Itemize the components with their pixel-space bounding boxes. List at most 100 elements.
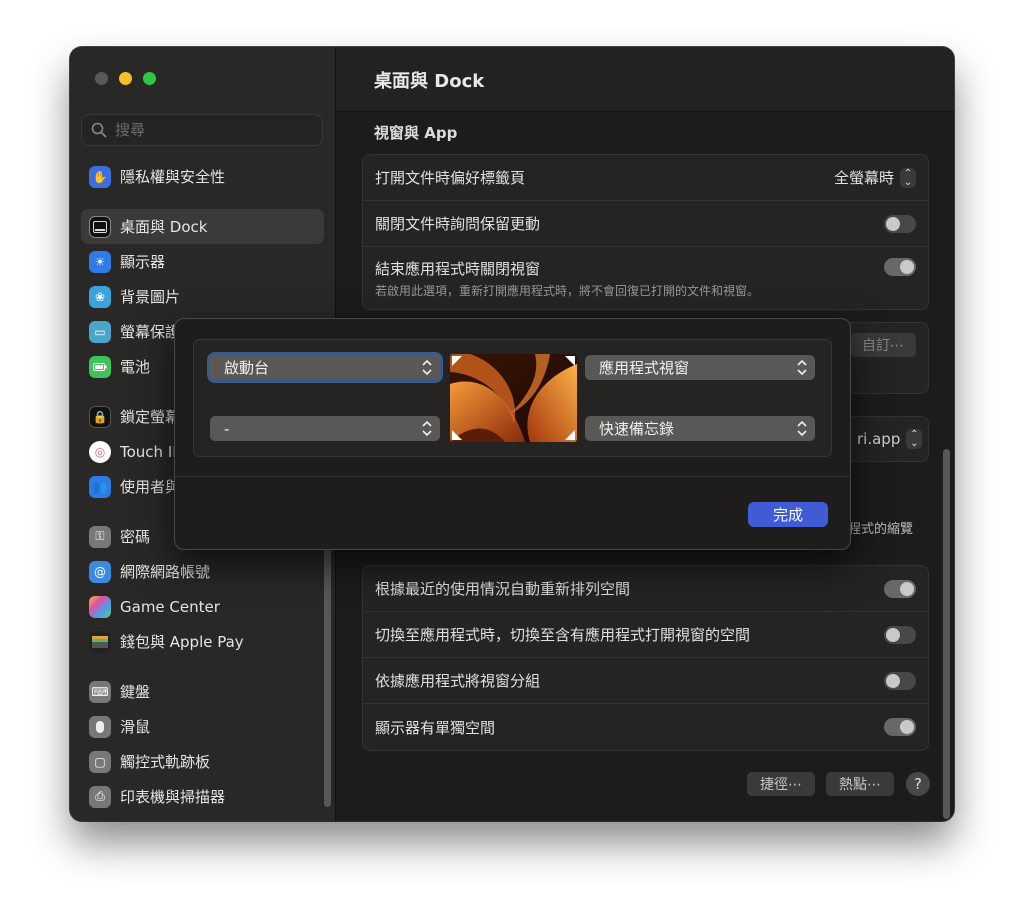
bottom-left-corner-select[interactable]: - xyxy=(210,416,440,441)
mouse-icon xyxy=(89,715,111,738)
top-left-corner-value: 啟動台 xyxy=(224,359,270,377)
help-button[interactable]: ? xyxy=(906,772,930,796)
sheet-divider xyxy=(175,476,850,477)
dock-icon xyxy=(89,215,111,238)
hot-corners-panel: 啟動台 應用程式視窗 - 快速備忘錄 xyxy=(193,339,832,457)
customize-button[interactable]: 自訂⋯ xyxy=(850,333,916,357)
ask-keep-toggle[interactable] xyxy=(884,214,916,233)
sun-icon: ☀ xyxy=(89,250,111,273)
sidebar-item-wallet[interactable]: 錢包與 Apple Pay xyxy=(81,624,324,659)
sidebar-item-label: 鍵盤 xyxy=(120,683,151,701)
bottom-right-corner-value: 快速備忘錄 xyxy=(599,420,675,438)
fingerprint-icon: ◎ xyxy=(89,440,111,463)
hot-corners-sheet: 啟動台 應用程式視窗 - 快速備忘錄 完成 xyxy=(174,318,851,550)
close-windows-subtext: 若啟用此選項，重新打開應用程式時，將不會回復已打開的文件和視窗。 xyxy=(375,284,760,298)
sidebar-item-trackpad[interactable]: ▢ 觸控式軌跡板 xyxy=(81,744,324,779)
sidebar-item-internet-accounts[interactable]: @ 網際網路帳號 xyxy=(81,554,324,589)
sidebar-item-privacy[interactable]: ✋ 隱私權與安全性 xyxy=(81,159,324,194)
mc-toggle-switch-space[interactable] xyxy=(884,625,916,644)
pref-tabs-popup[interactable]: 全螢幕時 ⌃ ⌄ xyxy=(834,167,916,188)
minimize-window-button[interactable] xyxy=(119,72,132,85)
hand-icon: ✋ xyxy=(89,165,111,188)
chevron-updown-icon xyxy=(797,359,807,376)
chevron-updown-icon xyxy=(422,420,432,437)
battery-icon xyxy=(89,355,111,378)
keyboard-icon: ⌨ xyxy=(89,680,111,703)
sidebar-item-wallpaper[interactable]: ❀ 背景圖片 xyxy=(81,279,324,314)
sidebar-item-label: 顯示器 xyxy=(120,253,166,271)
sidebar-item-desktop-dock[interactable]: 桌面與 Dock xyxy=(81,209,324,244)
sidebar-item-mouse[interactable]: 滑鼠 xyxy=(81,709,324,744)
search-field[interactable] xyxy=(81,114,323,146)
chevron-updown-icon: ⌃ ⌄ xyxy=(906,429,923,449)
lock-icon: 🔒 xyxy=(89,405,111,428)
sidebar-item-label: 桌面與 Dock xyxy=(120,218,208,236)
top-right-corner-value: 應用程式視窗 xyxy=(599,359,690,377)
mc-row-label: 顯示器有單獨空間 xyxy=(375,718,496,737)
window-controls xyxy=(95,72,156,85)
maximize-window-button[interactable] xyxy=(143,72,156,85)
sidebar-item-game-center[interactable]: Game Center xyxy=(81,589,324,624)
chevron-updown-icon xyxy=(797,420,807,437)
sidebar-item-label: 螢幕保護 xyxy=(120,323,181,341)
windows-apps-group: 打開文件時偏好標籤頁 全螢幕時 ⌃ ⌄ 關閉文件時詢問保留更動 結束應用程式時關閉… xyxy=(362,154,929,310)
sidebar-item-label: 印表機與掃描器 xyxy=(120,788,226,806)
hot-corners-button[interactable]: 熱點⋯ xyxy=(826,772,894,796)
pref-tabs-value: 全螢幕時 xyxy=(833,169,894,187)
mc-toggle-group-windows[interactable] xyxy=(884,671,916,690)
mc-row: 依據應用程式將視窗分組 xyxy=(363,658,928,704)
mission-control-group: 根據最近的使用情況自動重新排列空間 切換至應用程式時，切換至含有應用程式打開視窗… xyxy=(362,565,929,751)
top-right-corner-select[interactable]: 應用程式視窗 xyxy=(585,355,815,380)
browser-value[interactable]: ri.app xyxy=(857,430,900,448)
chevron-updown-icon: ⌃ ⌄ xyxy=(900,167,916,188)
bottom-left-corner-value: - xyxy=(224,419,230,438)
sidebar-item-label: 網際網路帳號 xyxy=(120,563,211,581)
sidebar-item-label: 隱私權與安全性 xyxy=(120,168,226,186)
search-input[interactable] xyxy=(113,120,307,140)
users-icon: 👥 xyxy=(89,475,111,498)
top-left-corner-select[interactable]: 啟動台 xyxy=(210,355,440,380)
ask-keep-label: 關閉文件時詢問保留更動 xyxy=(375,215,541,233)
mc-row-label: 依據應用程式將視窗分組 xyxy=(375,672,541,690)
sidebar-item-displays[interactable]: ☀ 顯示器 xyxy=(81,244,324,279)
sidebar-item-label: 背景圖片 xyxy=(120,288,181,306)
desktop-preview-image xyxy=(450,354,577,442)
close-window-button[interactable] xyxy=(95,72,108,85)
close-windows-row: 結束應用程式時關閉視窗 若啟用此選項，重新打開應用程式時，將不會回復已打開的文件… xyxy=(363,247,928,309)
done-button[interactable]: 完成 xyxy=(748,502,828,527)
sidebar-item-label: 電池 xyxy=(120,358,151,376)
sidebar-item-label: 鎖定螢幕 xyxy=(120,408,181,426)
bottom-right-corner-select[interactable]: 快速備忘錄 xyxy=(585,416,815,441)
mc-row-label: 根據最近的使用情況自動重新排列空間 xyxy=(375,580,631,598)
sidebar-item-label: Game Center xyxy=(120,597,220,616)
page-title: 桌面與 Dock xyxy=(374,71,485,92)
close-windows-toggle[interactable] xyxy=(884,258,916,276)
sidebar-item-label: 滑鼠 xyxy=(120,718,151,736)
sidebar-item-printers[interactable]: ⎙ 印表機與掃描器 xyxy=(81,779,324,814)
shortcuts-button[interactable]: 捷徑⋯ xyxy=(747,772,815,796)
flower-icon: ❀ xyxy=(89,285,111,308)
sidebar-scrollbar[interactable] xyxy=(324,517,331,807)
mc-row: 切換至應用程式時，切換至含有應用程式打開視窗的空間 xyxy=(363,612,928,658)
sidebar-item-keyboard[interactable]: ⌨ 鍵盤 xyxy=(81,674,324,709)
partial-description: 程式的縮覽 xyxy=(848,522,914,537)
trackpad-icon: ▢ xyxy=(89,750,111,773)
sidebar-item-label: 錢包與 Apple Pay xyxy=(120,633,244,651)
printer-icon: ⎙ xyxy=(89,785,111,808)
close-windows-label: 結束應用程式時關閉視窗 xyxy=(375,260,541,278)
pref-tabs-label: 打開文件時偏好標籤頁 xyxy=(375,169,526,187)
mc-toggle-rearrange[interactable] xyxy=(884,579,916,598)
sidebar-item-label: 觸控式軌跡板 xyxy=(120,753,211,771)
search-icon xyxy=(91,122,107,138)
game-center-icon xyxy=(89,595,111,618)
pref-tabs-row: 打開文件時偏好標籤頁 全螢幕時 ⌃ ⌄ xyxy=(363,155,928,201)
mc-row-label: 切換至應用程式時，切換至含有應用程式打開視窗的空間 xyxy=(375,626,751,644)
sidebar-item-label: 密碼 xyxy=(120,528,151,546)
ask-keep-row: 關閉文件時詢問保留更動 xyxy=(363,201,928,247)
section-title-windows-apps: 視窗與 App xyxy=(374,124,458,142)
mc-row: 根據最近的使用情況自動重新排列空間 xyxy=(363,566,928,612)
titlebar: 桌面與 Dock xyxy=(336,47,954,112)
main-scrollbar[interactable] xyxy=(943,449,950,819)
mc-toggle-separate-spaces[interactable] xyxy=(884,718,916,736)
mc-row: 顯示器有單獨空間 xyxy=(363,704,928,750)
